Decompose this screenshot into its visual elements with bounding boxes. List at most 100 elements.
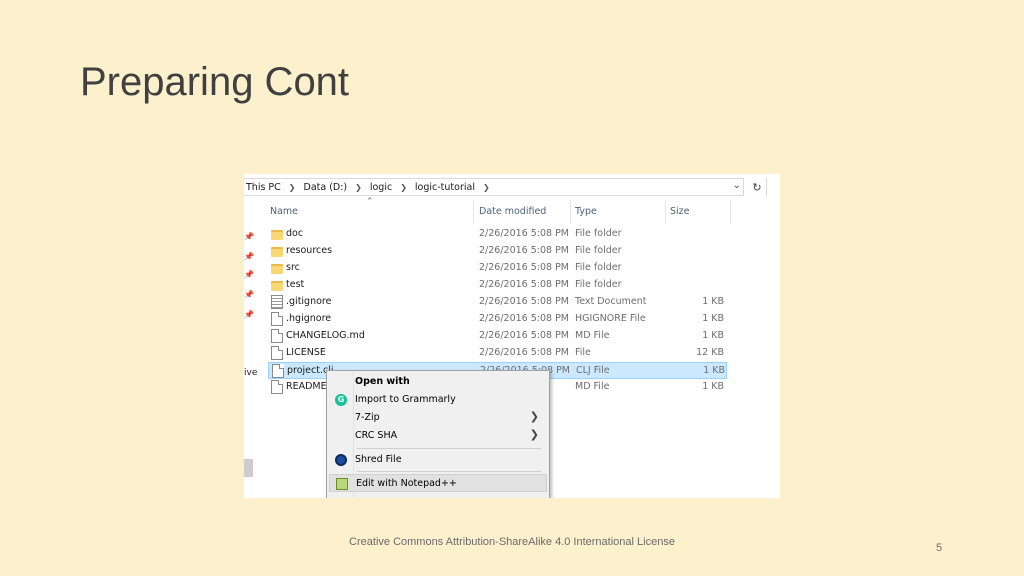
column-type[interactable]: Type bbox=[575, 206, 597, 217]
breadcrumb[interactable]: This PC ❯ Data (D:) ❯ logic ❯ logic-tuto… bbox=[244, 178, 744, 196]
menu-separator bbox=[357, 471, 541, 472]
menu-item-label: Shred File bbox=[355, 454, 402, 465]
file-row[interactable]: .hgignore 2/26/2016 5:08 PM HGIGNORE File 1… bbox=[268, 311, 727, 328]
slide-footer: Creative Commons Attribution-ShareAlike … bbox=[349, 536, 675, 548]
chevron-right-icon[interactable]: ❯ bbox=[483, 183, 490, 192]
nav-scrollbar[interactable] bbox=[244, 459, 253, 477]
file-date: 2/26/2016 5:08 PM bbox=[479, 347, 570, 358]
explorer-screenshot: This PC ❯ Data (D:) ❯ logic ❯ logic-tuto… bbox=[244, 174, 780, 498]
column-name[interactable]: Name bbox=[270, 206, 298, 217]
file-row[interactable]: CHANGELOG.md 2/26/2016 5:08 PM MD File 1 KB bbox=[268, 328, 727, 345]
divider bbox=[766, 178, 767, 196]
file-name: src bbox=[286, 262, 300, 273]
file-size: 12 KB bbox=[696, 347, 724, 358]
chevron-right-icon[interactable]: ❯ bbox=[355, 183, 362, 192]
file-name: .hgignore bbox=[286, 313, 332, 324]
text-file-icon bbox=[271, 295, 283, 309]
crumb-this-pc[interactable]: This PC bbox=[246, 182, 281, 193]
menu-item-label: Open with bbox=[355, 376, 410, 387]
file-type: File folder bbox=[575, 262, 622, 273]
chevron-down-icon[interactable]: ⌄ bbox=[733, 180, 741, 191]
file-size: 1 KB bbox=[702, 313, 724, 324]
file-type: File folder bbox=[575, 245, 622, 256]
column-divider[interactable] bbox=[473, 200, 474, 224]
pin-icon[interactable]: 📌 bbox=[244, 252, 254, 261]
file-type: File bbox=[575, 347, 591, 358]
file-date: 2/26/2016 5:08 PM bbox=[479, 313, 570, 324]
file-type: MD File bbox=[575, 381, 610, 392]
file-name: README. bbox=[286, 381, 330, 392]
file-type: MD File bbox=[575, 330, 610, 341]
file-name: .gitignore bbox=[286, 296, 332, 307]
file-date: 2/26/2016 5:08 PM bbox=[479, 262, 570, 273]
address-bar[interactable]: This PC ❯ Data (D:) ❯ logic ❯ logic-tuto… bbox=[244, 176, 780, 198]
column-size[interactable]: Size bbox=[670, 206, 690, 217]
column-divider[interactable] bbox=[570, 200, 571, 224]
chevron-right-icon[interactable]: ❯ bbox=[400, 183, 407, 192]
file-type: File folder bbox=[575, 228, 622, 239]
file-name: CHANGELOG.md bbox=[286, 330, 365, 341]
file-size: 1 KB bbox=[702, 296, 724, 307]
folder-icon bbox=[271, 281, 283, 291]
menu-item-crc-sha[interactable]: CRC SHA ❯ bbox=[329, 427, 547, 445]
file-row[interactable]: .gitignore 2/26/2016 5:08 PM Text Document… bbox=[268, 294, 727, 311]
menu-item-edit-notepadpp[interactable]: Edit with Notepad++ bbox=[329, 474, 547, 492]
menu-item-shred-file[interactable]: Shred File bbox=[329, 451, 547, 469]
slide-title: Preparing Cont bbox=[80, 60, 350, 104]
column-divider[interactable] bbox=[665, 200, 666, 224]
chevron-right-icon[interactable]: ❯ bbox=[289, 183, 296, 192]
grammarly-icon: G bbox=[335, 394, 347, 406]
file-type: HGIGNORE File bbox=[575, 313, 646, 324]
file-name: test bbox=[286, 279, 305, 290]
file-row[interactable]: test 2/26/2016 5:08 PM File folder bbox=[268, 277, 727, 294]
menu-item-label: Import to Grammarly bbox=[355, 394, 456, 405]
page-number: 5 bbox=[936, 542, 943, 554]
file-name: resources bbox=[286, 245, 333, 256]
pin-icon[interactable]: 📌 bbox=[244, 270, 254, 279]
file-icon bbox=[271, 312, 283, 326]
file-icon bbox=[272, 364, 284, 378]
menu-item-open-with[interactable]: Open with bbox=[329, 373, 547, 391]
menu-item-grammarly[interactable]: G Import to Grammarly bbox=[329, 391, 547, 409]
file-type: File folder bbox=[575, 279, 622, 290]
shred-icon bbox=[335, 454, 347, 466]
file-type: CLJ File bbox=[576, 365, 610, 376]
file-date: 2/26/2016 5:08 PM bbox=[479, 330, 570, 341]
menu-item-label: CRC SHA bbox=[355, 430, 398, 441]
file-date: 2/26/2016 5:08 PM bbox=[479, 296, 570, 307]
file-icon bbox=[271, 329, 283, 343]
file-icon bbox=[271, 346, 283, 360]
crumb-logic-tutorial[interactable]: logic-tutorial bbox=[415, 182, 475, 193]
menu-item-label: 7-Zip bbox=[355, 412, 380, 423]
folder-icon bbox=[271, 247, 283, 257]
chevron-right-icon: ❯ bbox=[529, 410, 539, 423]
crumb-data-drive[interactable]: Data (D:) bbox=[304, 182, 348, 193]
file-row[interactable]: src 2/26/2016 5:08 PM File folder bbox=[268, 260, 727, 277]
file-date: 2/26/2016 5:08 PM bbox=[479, 228, 570, 239]
nav-item-partial[interactable]: ive bbox=[244, 368, 257, 378]
crumb-logic[interactable]: logic bbox=[370, 182, 392, 193]
file-date: 2/26/2016 5:08 PM bbox=[479, 245, 570, 256]
file-name: LICENSE bbox=[286, 347, 326, 358]
chevron-right-icon: ❯ bbox=[529, 428, 539, 441]
file-row[interactable]: resources 2/26/2016 5:08 PM File folder bbox=[268, 243, 727, 260]
file-type: Text Document bbox=[575, 296, 647, 307]
column-divider[interactable] bbox=[730, 200, 731, 224]
pin-icon[interactable]: 📌 bbox=[244, 290, 254, 299]
menu-separator bbox=[357, 448, 541, 449]
file-size: 1 KB bbox=[702, 330, 724, 341]
pin-icon[interactable]: 📌 bbox=[244, 232, 254, 241]
context-menu: Open with G Import to Grammarly 7-Zip ❯ … bbox=[326, 370, 550, 498]
refresh-icon[interactable]: ↻ bbox=[748, 178, 766, 196]
file-size: 1 KB bbox=[702, 381, 724, 392]
sort-up-icon: ⌃ bbox=[366, 197, 374, 207]
pin-icon[interactable]: 📌 bbox=[244, 310, 254, 319]
file-date: 2/26/2016 5:08 PM bbox=[479, 279, 570, 290]
folder-icon bbox=[271, 264, 283, 274]
file-row[interactable]: doc 2/26/2016 5:08 PM File folder bbox=[268, 226, 727, 243]
column-date[interactable]: Date modified bbox=[479, 206, 546, 217]
menu-item-7zip[interactable]: 7-Zip ❯ bbox=[329, 409, 547, 427]
file-row[interactable]: LICENSE 2/26/2016 5:08 PM File 12 KB bbox=[268, 345, 727, 362]
file-icon bbox=[271, 380, 283, 394]
menu-item-label: Edit with Notepad++ bbox=[356, 478, 457, 489]
